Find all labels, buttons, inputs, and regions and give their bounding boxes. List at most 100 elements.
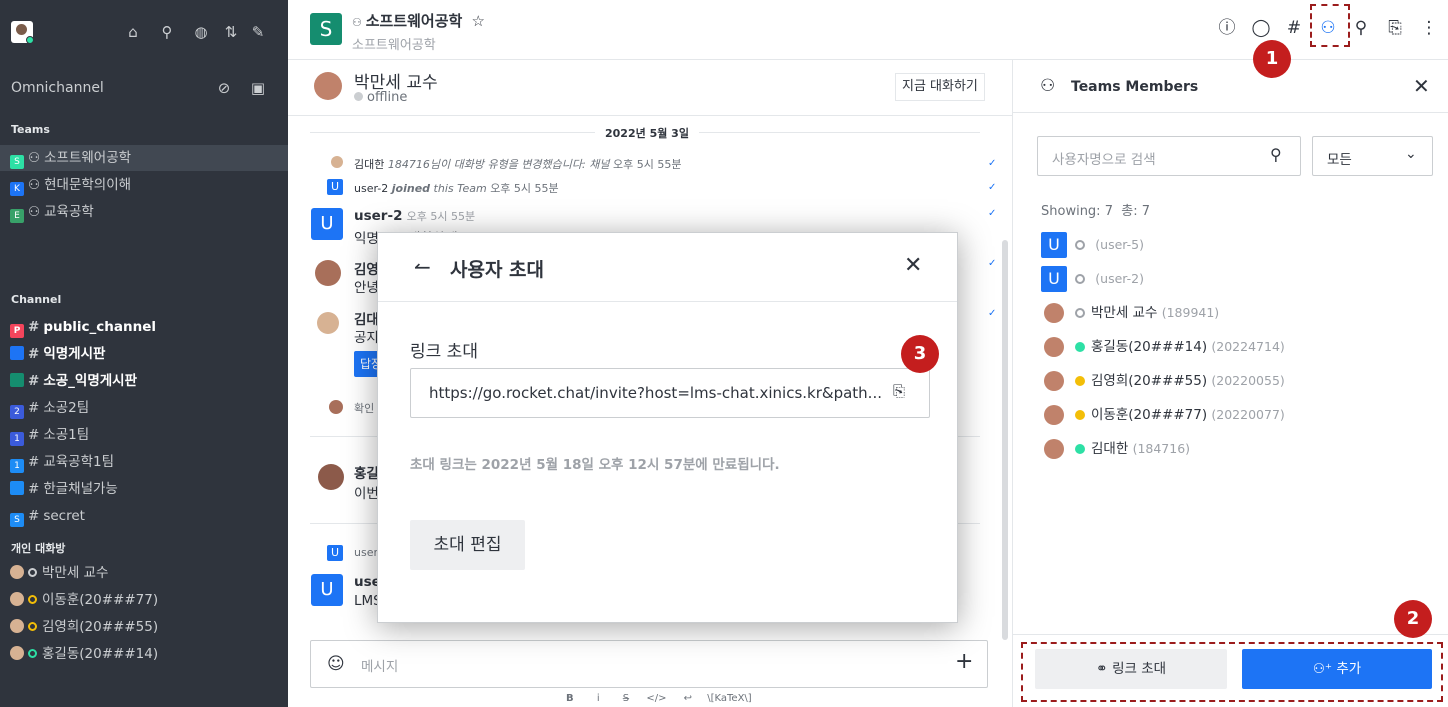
sidebar-item-channel[interactable]: # 익명게시판 [0, 341, 288, 367]
close-icon[interactable]: ✕ [1413, 74, 1430, 98]
strike-format-icon[interactable]: S̶ [623, 693, 629, 704]
sidebar-item-label: 소공1팀 [43, 427, 90, 443]
kebab-menu-icon[interactable]: ⋮ [1418, 17, 1440, 39]
sort-icon[interactable]: ⇅ [221, 22, 241, 42]
sidebar-item-dm[interactable]: 홍길동(20###14) [0, 641, 288, 667]
info-icon[interactable]: ⓘ [1216, 17, 1238, 39]
status-filter-select[interactable]: 모든 ⌄ [1312, 136, 1433, 176]
status-icon [1075, 410, 1085, 420]
status-icon [28, 649, 37, 658]
expiry-text: 초대 링크는 2022년 5월 18일 오후 12시 57분에 만료됩니다. [410, 457, 780, 473]
chevron-down-icon: ⌄ [1405, 146, 1417, 162]
member-row[interactable]: 김영희(20###55) (20220055) [1041, 368, 1285, 394]
step-marker-3: 3 [901, 335, 939, 373]
code-format-icon[interactable]: </> [646, 693, 666, 704]
room-avatar: 2 [10, 405, 24, 419]
sidebar-item-channel[interactable]: 1 # 소공1팀 [0, 422, 288, 448]
home-icon[interactable]: ⌂ [123, 22, 143, 42]
sidebar-item-channel[interactable]: P # public_channel [0, 314, 288, 340]
hashtag-icon: # [28, 400, 40, 416]
italic-format-button[interactable]: i [597, 693, 600, 704]
message-composer[interactable]: ☺ 메시지 + [310, 640, 988, 688]
user-avatar[interactable] [11, 21, 34, 44]
discussion-icon[interactable]: ◯ [1250, 17, 1272, 39]
sidebar-item-dm[interactable]: 이동훈(20###77) [0, 587, 288, 613]
link-label: 링크 초대 [410, 342, 478, 362]
sidebar-item-channel[interactable]: S # secret [0, 503, 288, 529]
read-check-icon: ✓ [988, 308, 997, 319]
user-avatar: U [311, 208, 343, 240]
members-panel: ⚇ Teams Members ✕ 사용자명으로 검색 ⚲ 모든 ⌄ Showi… [1012, 60, 1448, 707]
sys1-name: 김대한 [354, 158, 385, 171]
favorite-star-icon[interactable]: ☆ [472, 12, 485, 30]
teams-heading: Teams [11, 123, 50, 136]
bold-format-button[interactable]: B [566, 693, 574, 704]
member-row[interactable]: 김대한 (184716) [1041, 436, 1190, 462]
user-avatar [317, 312, 339, 334]
message-text: 공지 [354, 330, 379, 346]
invite-buttons-highlight-box [1021, 642, 1443, 702]
emoji-icon[interactable]: ☺ [327, 654, 345, 674]
sidebar-item-dm[interactable]: 김영희(20###55) [0, 614, 288, 640]
user-avatar [1044, 303, 1064, 323]
member-id: (184716) [1132, 441, 1191, 456]
user-avatar [10, 646, 24, 660]
chat-scrollbar[interactable] [1002, 240, 1008, 640]
message-author[interactable]: user-2 [354, 208, 402, 224]
room-avatar: K [10, 182, 24, 196]
team-icon: ⚇ [28, 177, 41, 193]
room-avatar: 1 [10, 459, 24, 473]
copy-icon[interactable]: ⎘ [893, 382, 905, 400]
attachment-icon[interactable]: ⎘ [1384, 17, 1406, 39]
room-avatar [10, 373, 24, 387]
sidebar-item-label: 소공_익명게시판 [43, 373, 138, 389]
sys1-text: 184716님이 대화방 유형을 변경했습니다: 채널 [387, 158, 610, 171]
sidebar-item-label: 교육공학1팀 [43, 454, 115, 470]
member-search-input[interactable]: 사용자명으로 검색 ⚲ [1037, 136, 1301, 176]
member-row[interactable]: 이동훈(20###77) (20220077) [1041, 402, 1285, 428]
room-avatar: S [10, 155, 24, 169]
search-icon[interactable]: ⚲ [157, 22, 177, 42]
sidebar-item-team[interactable]: E ⚇ 교육공학 [0, 199, 288, 225]
message-text: 이번 [354, 486, 379, 502]
invite-link-field[interactable]: https://go.rocket.chat/invite?host=lms-c… [410, 368, 930, 418]
room-avatar: S [310, 13, 342, 45]
plus-icon[interactable]: + [955, 649, 973, 674]
user-avatar [10, 592, 24, 606]
member-row[interactable]: U (user-2) [1041, 266, 1144, 292]
member-row[interactable]: U (user-5) [1041, 232, 1144, 258]
modal-title: 사용자 초대 [450, 259, 545, 281]
status-icon [28, 568, 37, 577]
sidebar-item-channel[interactable]: 1 # 교육공학1팀 [0, 449, 288, 475]
sidebar-item-dm[interactable]: 박만세 교수 [0, 560, 288, 586]
edit-invite-button[interactable]: 초대 편집 [410, 520, 525, 570]
create-new-icon[interactable]: ✎ [248, 22, 268, 42]
directory-icon[interactable]: ◍ [191, 22, 211, 42]
sidebar-item-team[interactable]: S ⚇ 소프트웨어공학 [0, 145, 288, 171]
katex-button[interactable]: \[KaTeX\] [707, 693, 751, 704]
dm-banner: 박만세 교수 offline 지금 대화하기 [288, 60, 1012, 116]
message-input[interactable]: 메시지 [361, 655, 398, 675]
multiline-icon[interactable]: ↩ [684, 693, 692, 704]
sidebar-item-channel[interactable]: 2 # 소공2팀 [0, 395, 288, 421]
user-avatar [10, 565, 24, 579]
back-arrow-icon[interactable]: ↼ [414, 255, 431, 279]
sidebar-item-channel[interactable]: # 한글채널가능 [0, 476, 288, 502]
user-avatar [10, 619, 24, 633]
member-row[interactable]: 홍길동(20###14) (20224714) [1041, 334, 1285, 360]
omnichannel-toggle-icon[interactable]: ⊘ [214, 78, 234, 98]
room-avatar: E [10, 209, 24, 223]
step-marker-1: 1 [1253, 40, 1291, 78]
contact-center-icon[interactable]: ▣ [248, 78, 268, 98]
close-icon[interactable]: ✕ [904, 253, 922, 278]
status-icon [1075, 342, 1085, 352]
sidebar-item-channel[interactable]: # 소공_익명게시판 [0, 368, 288, 394]
channels-icon[interactable]: # [1283, 17, 1305, 39]
hashtag-icon: # [28, 454, 40, 470]
sys2-name: user-2 [354, 182, 389, 195]
member-row[interactable]: 박만세 교수 (189941) [1041, 300, 1219, 326]
invite-users-modal: ↼ 사용자 초대 ✕ 링크 초대 https://go.rocket.chat/… [377, 232, 958, 623]
sidebar-item-team[interactable]: K ⚇ 현대문학의이해 [0, 172, 288, 198]
search-messages-icon[interactable]: ⚲ [1350, 17, 1372, 39]
talk-now-button[interactable]: 지금 대화하기 [895, 73, 985, 101]
